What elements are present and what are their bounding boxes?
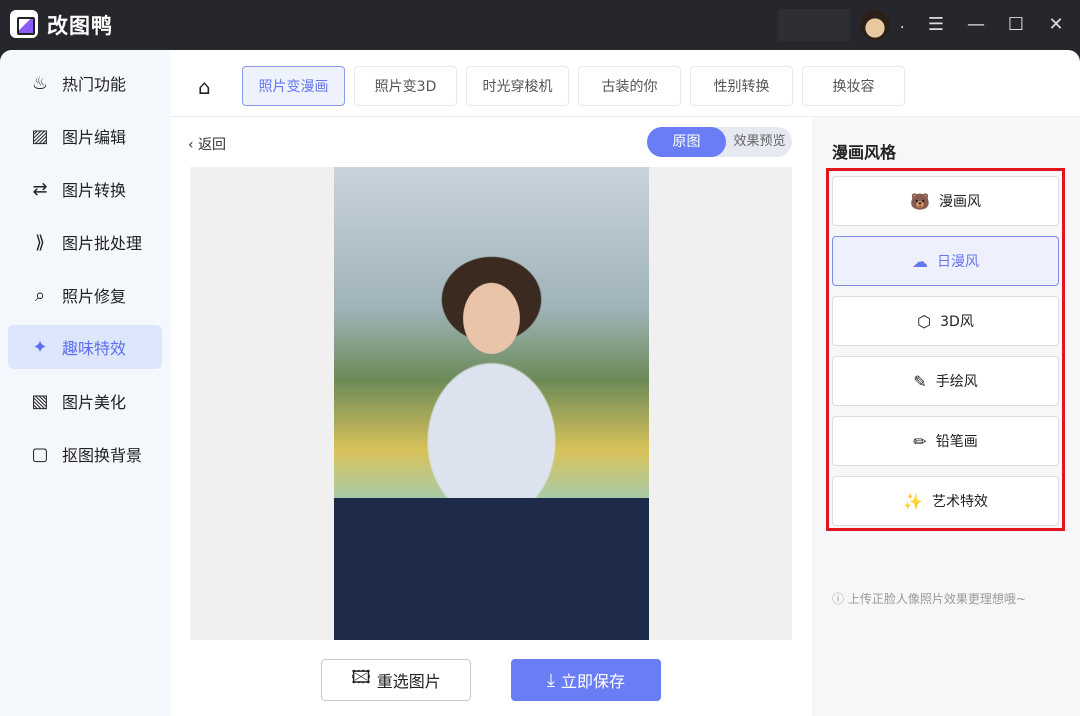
style-option-comic[interactable]: 🐻 漫画风 [832,176,1059,226]
tab-ancient-costume[interactable]: 古装的你 [578,66,681,106]
style-option-anime[interactable]: ☁ 日漫风 [832,236,1059,286]
style-panel: 漫画风格 🐻 漫画风 ☁ 日漫风 ⬡ 3D风 ✎ 手绘风 ✏ 铅笔画 ✨ 艺术特效 ⓘ 上传… [812,117,1080,716]
close-button[interactable]: ✕ [1044,13,1068,37]
magic-wand-icon: ✦ [28,337,52,358]
view-toggle[interactable]: 原图 效果预览 [647,127,792,157]
reselect-image-button[interactable]: 🖾重选图片 [321,659,471,701]
sidebar-item-convert[interactable]: ⇄ 图片转换 [8,167,162,211]
style-option-pencil[interactable]: ✏ 铅笔画 [832,416,1059,466]
image-replace-icon: 🖾 [351,665,371,695]
style-option-hand-drawn[interactable]: ✎ 手绘风 [832,356,1059,406]
sidebar-item-batch[interactable]: ⟫ 图片批处理 [8,220,162,264]
sidebar: ♨ 热门功能 ▨ 图片编辑 ⇄ 图片转换 ⟫ 图片批处理 ⌕ 照片修复 ✦ 趣味特效 ▧ 图片… [0,50,170,716]
sidebar-item-beautify[interactable]: ▧ 图片美化 [8,379,162,423]
sidebar-item-label: 照片修复 [62,283,126,307]
info-icon: ⓘ [832,592,848,606]
reselect-label: 重选图片 [377,668,441,692]
eraser-icon: ✎ [913,372,926,391]
title-bar: 改图鸭 . ☰ — ☐ ✕ [0,0,1080,50]
sidebar-item-label: 抠图换背景 [62,442,142,466]
save-label: 立即保存 [561,668,625,692]
sidebar-item-label: 图片美化 [62,389,126,413]
sidebar-item-label: 热门功能 [62,71,126,95]
image-beautify-icon: ▧ [28,391,52,412]
save-button[interactable]: ⤓ 立即保存 [511,659,661,701]
tab-photo-to-3d[interactable]: 照片变3D [354,66,457,106]
sidebar-item-hot[interactable]: ♨ 热门功能 [8,61,162,105]
maximize-button[interactable]: ☐ [1004,13,1028,37]
sidebar-item-label: 图片转换 [62,177,126,201]
sidebar-item-image-edit[interactable]: ▨ 图片编辑 [8,114,162,158]
style-option-art[interactable]: ✨ 艺术特效 [832,476,1059,526]
tab-makeup[interactable]: 换妆容 [802,66,905,106]
style-label: 日漫风 [937,251,979,271]
upload-hint: ⓘ 上传正脸人像照片效果更理想哦~ [832,590,1026,607]
photo-repair-icon: ⌕ [28,285,52,306]
app-title: 改图鸭 [47,10,113,40]
toggle-preview[interactable]: 效果预览 [727,127,792,157]
style-panel-title: 漫画风格 [832,139,896,163]
tab-photo-to-comic[interactable]: 照片变漫画 [242,66,345,106]
minimize-button[interactable]: — [964,13,988,37]
redacted-area [778,9,850,41]
tab-gender-swap[interactable]: 性别转换 [690,66,793,106]
menu-icon[interactable]: ☰ [924,13,948,37]
cube-icon: ⬡ [917,312,931,331]
cutout-icon: ▢ [28,444,52,465]
image-edit-icon: ▨ [28,126,52,147]
sidebar-item-label: 图片编辑 [62,124,126,148]
user-name[interactable]: . [900,16,904,32]
style-label: 漫画风 [939,191,981,211]
style-label: 3D风 [940,311,974,331]
home-icon[interactable]: ⌂ [198,75,211,99]
back-label: 返回 [198,137,226,153]
tab-time-machine[interactable]: 时光穿梭机 [466,66,569,106]
style-label: 手绘风 [936,371,978,391]
convert-icon: ⇄ [28,179,52,200]
magic-wand-icon: ✨ [903,492,923,511]
fire-icon: ♨ [28,73,52,94]
sidebar-item-fun-effects[interactable]: ✦ 趣味特效 [8,325,162,369]
app-logo-icon [10,10,38,38]
chevron-left-icon: ‹ [188,137,198,153]
uploaded-photo [334,167,649,640]
toggle-original[interactable]: 原图 [647,127,726,157]
feature-tabs: ⌂ 照片变漫画 照片变3D 时光穿梭机 古装的你 性别转换 换妆容 [170,50,1080,117]
bear-icon: 🐻 [910,192,930,211]
style-option-3d[interactable]: ⬡ 3D风 [832,296,1059,346]
batch-icon: ⟫ [28,232,52,253]
pencil-icon: ✏ [913,432,926,451]
style-label: 铅笔画 [936,431,978,451]
back-button[interactable]: ‹ 返回 [188,134,226,154]
style-label: 艺术特效 [932,491,988,511]
download-icon: ⤓ [547,670,555,691]
hint-text: 上传正脸人像照片效果更理想哦~ [848,592,1026,606]
sidebar-item-label: 图片批处理 [62,230,142,254]
sidebar-item-cutout[interactable]: ▢ 抠图换背景 [8,432,162,476]
sidebar-item-label: 趣味特效 [62,335,126,359]
sidebar-item-photo-repair[interactable]: ⌕ 照片修复 [8,273,162,317]
image-canvas [190,167,792,640]
leaf-swirl-icon: ☁ [912,252,928,271]
app-body: ♨ 热门功能 ▨ 图片编辑 ⇄ 图片转换 ⟫ 图片批处理 ⌕ 照片修复 ✦ 趣味特效 ▧ 图片… [0,50,1080,716]
user-avatar[interactable] [860,10,890,40]
